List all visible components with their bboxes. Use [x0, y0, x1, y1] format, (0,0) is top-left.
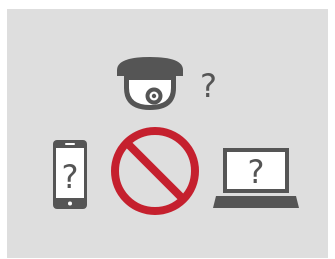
phone-question-mark: ?: [62, 158, 79, 196]
security-dome-camera-icon: [117, 57, 183, 110]
illustration-canvas: ? ? ?: [53, 57, 299, 215]
camera-question-mark: ?: [200, 67, 217, 105]
no-entry-prohibited-icon: [111, 127, 199, 215]
laptop-question-mark: ?: [248, 153, 265, 191]
